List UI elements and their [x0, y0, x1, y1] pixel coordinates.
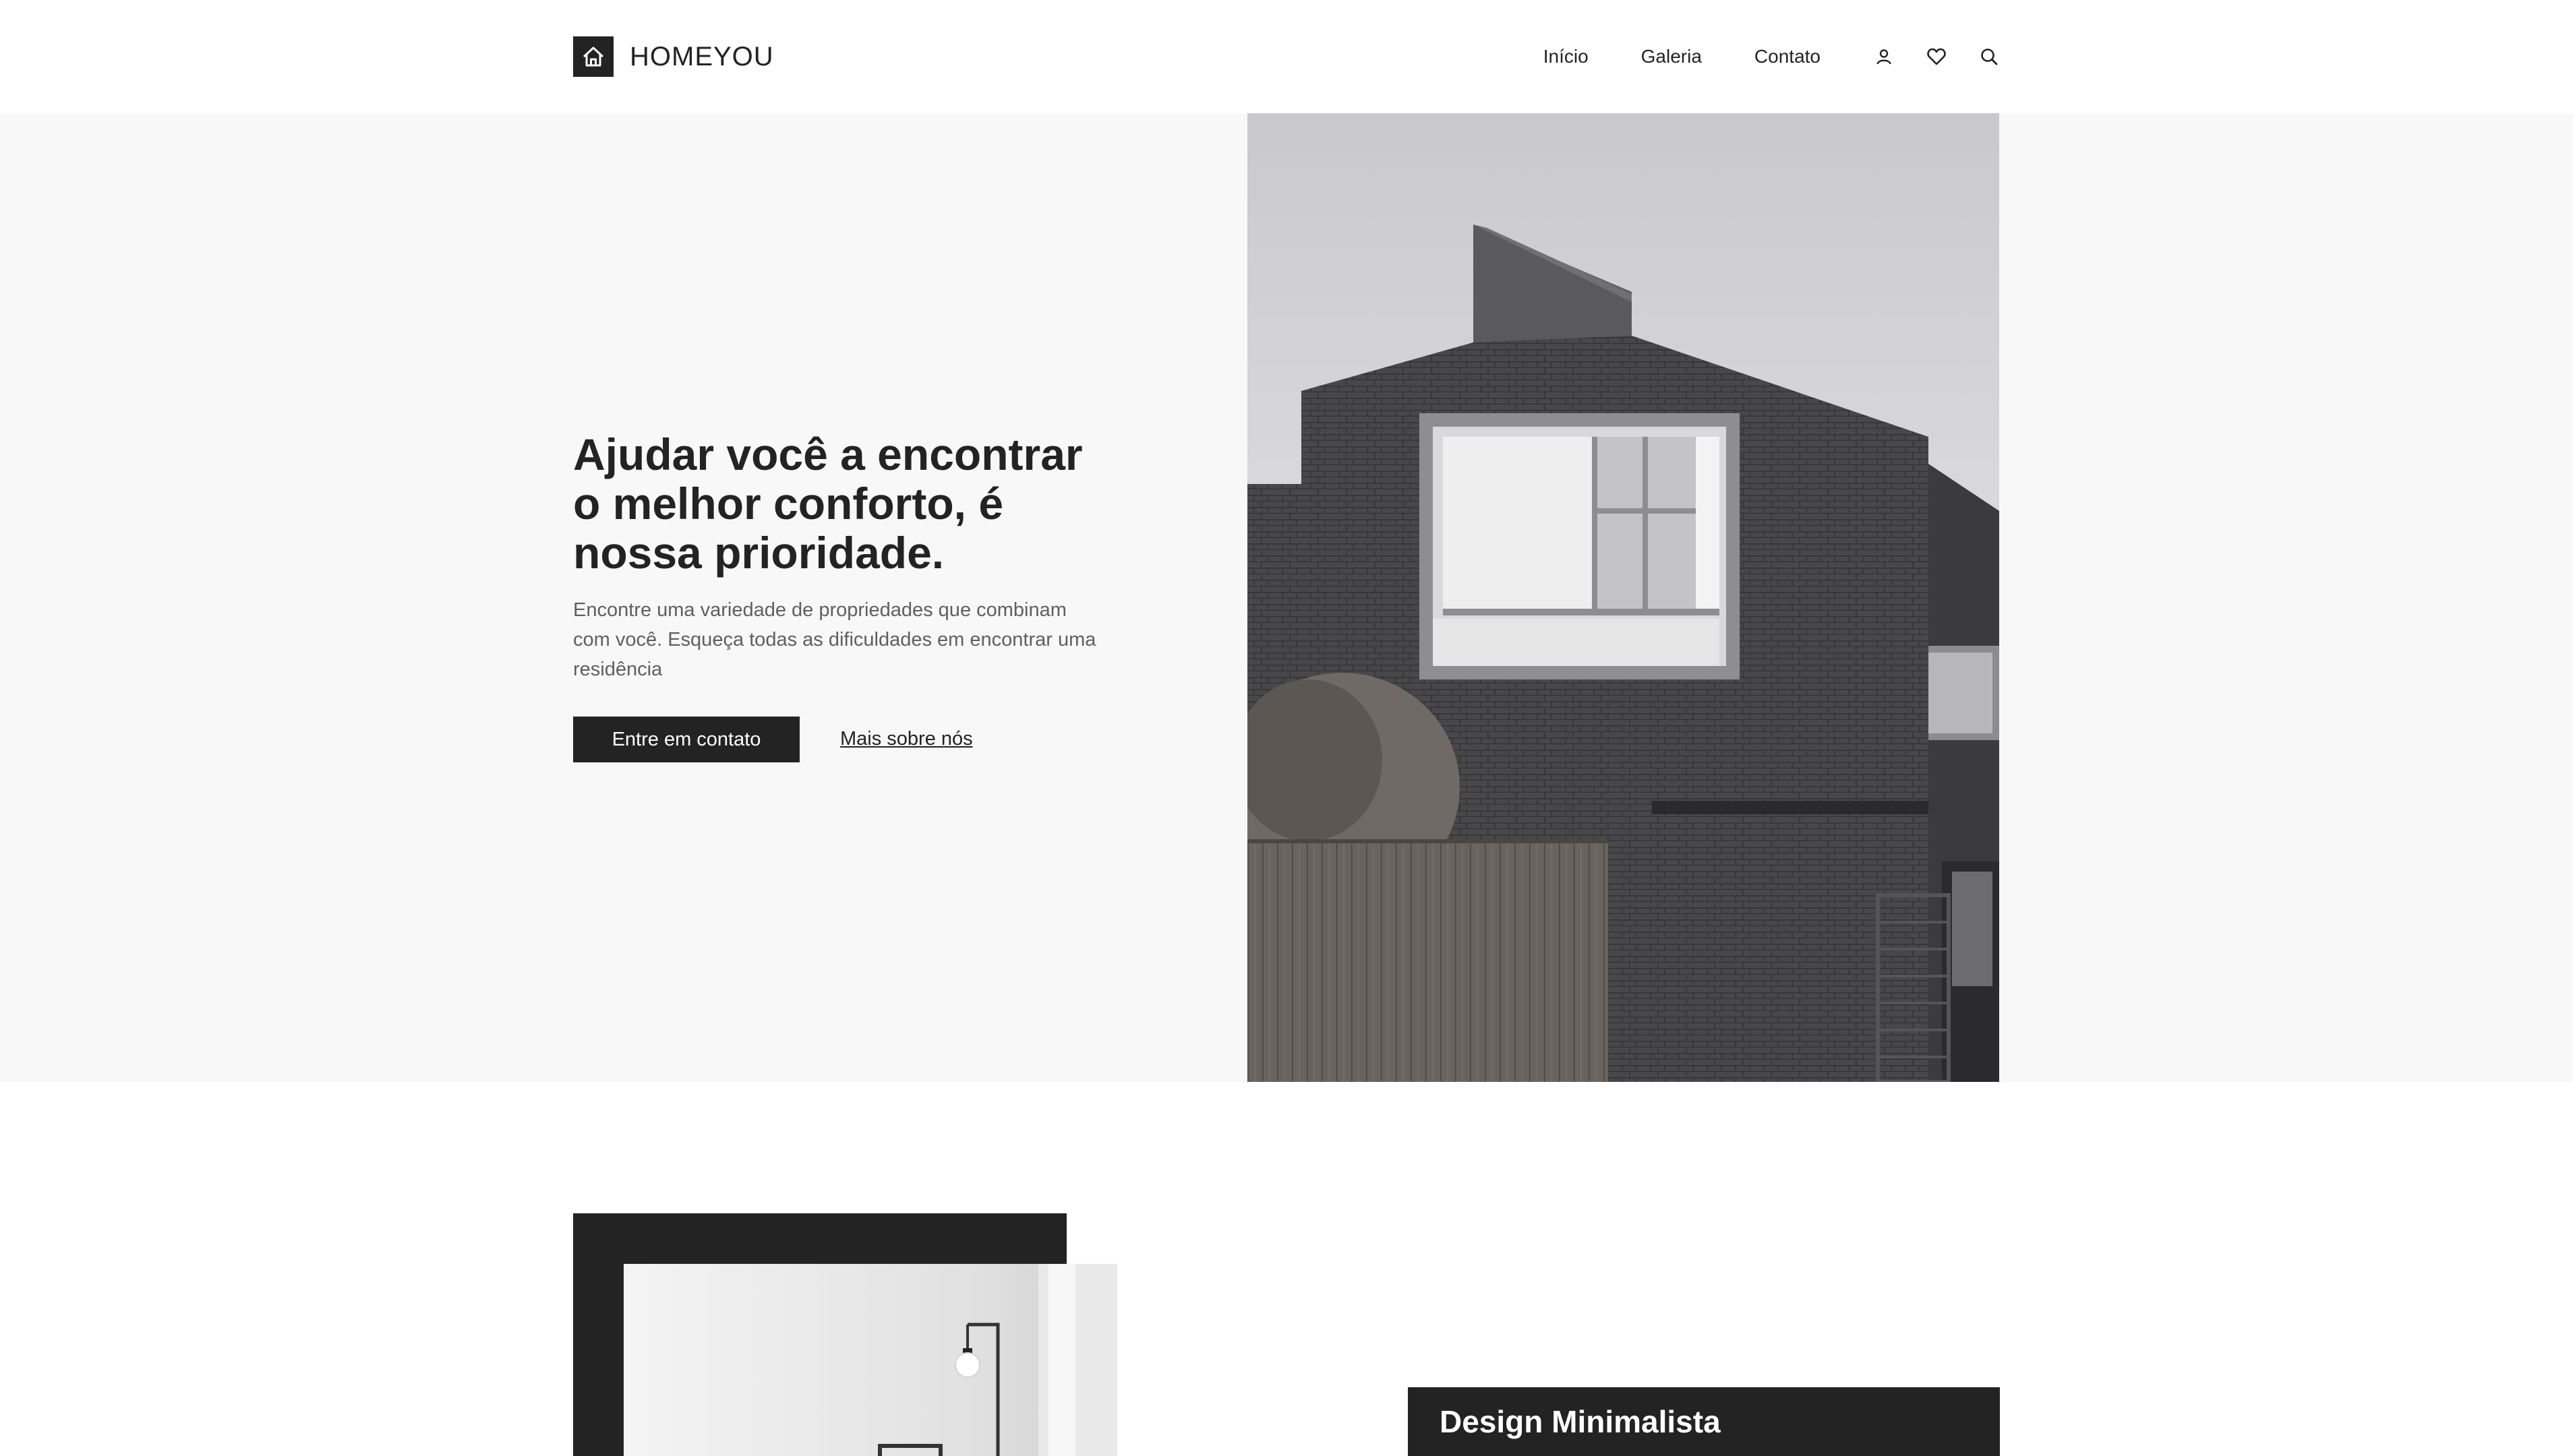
about-link[interactable]: Mais sobre nós: [840, 728, 973, 750]
logo[interactable]: HOMEYOU: [573, 36, 774, 77]
hero-title: Ajudar você a encontrar o melhor confort…: [573, 429, 1083, 578]
interior-image: [624, 1264, 1117, 1456]
nav-link-galeria[interactable]: Galeria: [1641, 46, 1702, 67]
feature-title: Design Minimalista: [1440, 1404, 1721, 1439]
main-nav: Início Galeria Contato: [1543, 36, 2000, 77]
user-icon[interactable]: [1873, 46, 1895, 67]
hero-section: Ajudar você a encontrar o melhor confort…: [0, 113, 2573, 1082]
feature-card: Design Minimalista: [1408, 1387, 2000, 1456]
nav-icons: [1873, 46, 2000, 67]
heart-icon[interactable]: [1926, 46, 1947, 67]
nav-link-contato[interactable]: Contato: [1754, 46, 1821, 67]
hero-description: Encontre uma variedade de propriedades q…: [573, 599, 1096, 680]
logo-text: HOMEYOU: [630, 41, 774, 71]
contact-button[interactable]: Entre em contato: [573, 717, 800, 762]
nav-link-inicio[interactable]: Início: [1543, 46, 1589, 67]
hero-house-image: [1247, 113, 1999, 1082]
house-icon: [573, 36, 614, 77]
site-header: HOMEYOU Início Galeria Contato: [0, 0, 2573, 113]
search-icon[interactable]: [1978, 46, 2000, 67]
